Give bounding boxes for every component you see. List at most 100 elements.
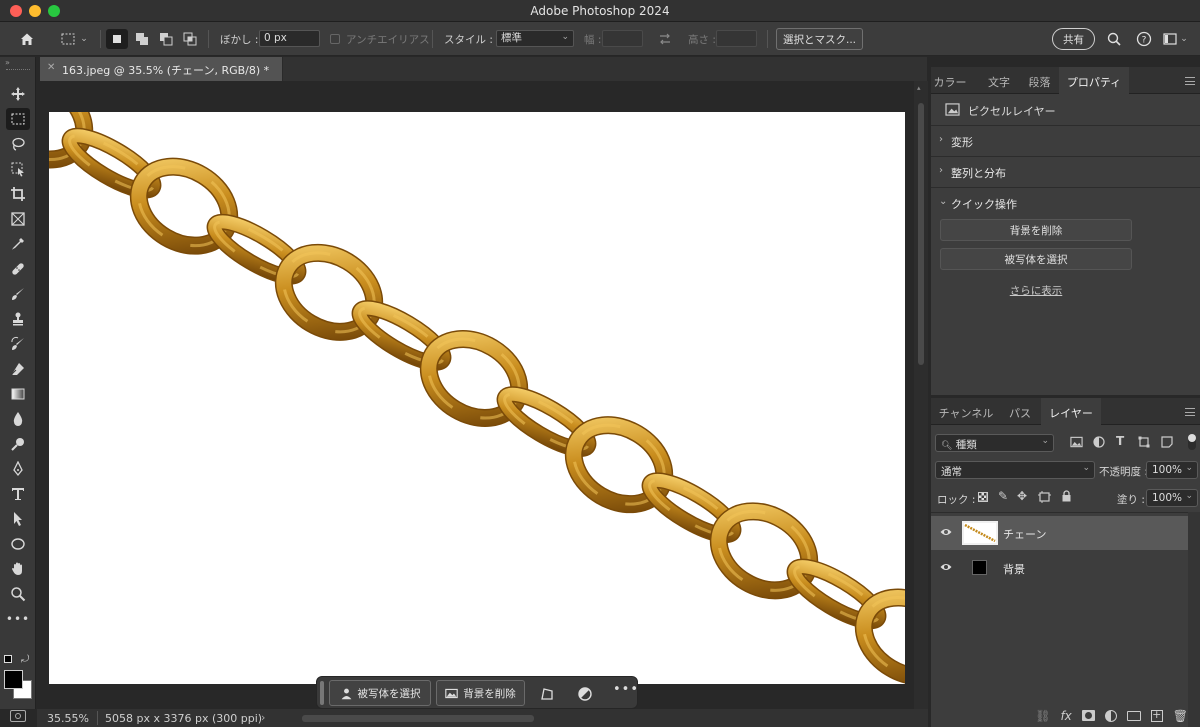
healing-brush-tool[interactable] bbox=[6, 258, 30, 280]
gradient-tool[interactable] bbox=[6, 383, 30, 405]
filter-shape-button[interactable] bbox=[1138, 436, 1150, 451]
layer-style-button[interactable]: fx bbox=[1060, 709, 1071, 723]
height-input[interactable] bbox=[716, 30, 757, 47]
panel-menu-icon[interactable] bbox=[1185, 408, 1195, 416]
lock-transparent-pixels-icon[interactable] bbox=[978, 492, 988, 502]
blend-mode-select[interactable]: 通常 ⌄ bbox=[935, 461, 1095, 479]
remove-background-button[interactable]: 背景を削除 bbox=[436, 680, 525, 706]
document-tab[interactable]: ✕ 163.jpeg @ 35.5% (チェーン, RGB/8) * bbox=[40, 57, 283, 81]
tab-layers[interactable]: レイヤー bbox=[1041, 398, 1101, 425]
brush-tool[interactable] bbox=[6, 283, 30, 305]
tab-character[interactable]: 文字 bbox=[984, 67, 1014, 94]
new-selection-button[interactable] bbox=[106, 29, 128, 49]
object-selection-tool[interactable] bbox=[6, 158, 30, 180]
select-subject-quick-button[interactable]: 被写体を選択 bbox=[940, 248, 1132, 270]
remove-background-quick-button[interactable]: 背景を削除 bbox=[940, 219, 1132, 241]
tab-properties[interactable]: プロパティ bbox=[1059, 67, 1129, 94]
lock-position-icon[interactable]: ✥ bbox=[1017, 489, 1027, 503]
link-layers-icon[interactable]: ⛓︎ bbox=[1035, 709, 1050, 723]
fill-input[interactable]: 100% ⌄ bbox=[1146, 489, 1198, 507]
filter-smart-object-button[interactable] bbox=[1161, 436, 1173, 451]
add-to-selection-button[interactable] bbox=[131, 29, 153, 49]
adjustment-layer-icon[interactable] bbox=[1104, 709, 1117, 722]
lock-artboard-button[interactable] bbox=[1038, 491, 1051, 506]
canvas-area[interactable] bbox=[37, 81, 914, 709]
rectangular-marquee-tool[interactable] bbox=[6, 108, 30, 130]
lock-all-button[interactable] bbox=[1061, 490, 1072, 505]
move-tool[interactable] bbox=[6, 83, 30, 105]
eyedropper-tool[interactable] bbox=[6, 233, 30, 255]
help-button[interactable]: ? bbox=[1134, 29, 1154, 49]
select-and-mask-button[interactable]: 選択とマスク... bbox=[776, 28, 863, 50]
adjustment-button[interactable] bbox=[577, 686, 593, 702]
edit-toolbar-button[interactable]: ••• bbox=[6, 608, 30, 630]
dodge-tool[interactable] bbox=[6, 433, 30, 455]
trash-icon[interactable]: 🗑︎ bbox=[1173, 709, 1188, 723]
filter-pixel-button[interactable] bbox=[1070, 436, 1083, 451]
subtract-from-selection-button[interactable] bbox=[155, 29, 177, 49]
history-brush-tool[interactable] bbox=[6, 333, 30, 355]
width-input[interactable] bbox=[602, 30, 643, 47]
intersect-selection-button[interactable] bbox=[179, 29, 201, 49]
taskbar-drag-handle[interactable] bbox=[320, 681, 324, 705]
share-button[interactable]: 共有 bbox=[1052, 28, 1095, 50]
marquee-tool-preset-picker[interactable]: ⌄ bbox=[54, 29, 94, 49]
section-quick-actions[interactable]: ⌄ クイック操作 bbox=[931, 188, 1200, 219]
pen-tool[interactable] bbox=[6, 458, 30, 480]
layer-filter-select[interactable]: 🔍︎ 種類 ⌄ bbox=[935, 434, 1054, 452]
group-folder-icon[interactable] bbox=[1126, 710, 1141, 721]
status-chevron-icon[interactable]: › bbox=[261, 711, 265, 724]
frame-tool[interactable] bbox=[6, 208, 30, 230]
tab-color[interactable]: カラー bbox=[931, 67, 969, 94]
close-tab-icon[interactable]: ✕ bbox=[47, 62, 55, 73]
collapse-toolbar-icon[interactable]: » bbox=[5, 58, 10, 67]
eye-icon[interactable] bbox=[940, 527, 952, 537]
tab-paragraph[interactable]: 段落 bbox=[1022, 67, 1057, 94]
clone-stamp-tool[interactable] bbox=[6, 308, 30, 330]
zoom-level[interactable]: 35.55% bbox=[47, 712, 89, 725]
tab-channels[interactable]: チャンネル bbox=[931, 398, 1001, 425]
hand-tool[interactable] bbox=[6, 558, 30, 580]
horizontal-scroll-thumb[interactable] bbox=[302, 715, 534, 722]
tab-paths[interactable]: パス bbox=[1005, 398, 1035, 425]
quick-mask-button[interactable] bbox=[10, 710, 26, 722]
filter-type-icon[interactable]: T bbox=[1116, 434, 1124, 448]
filter-toggle[interactable] bbox=[1188, 434, 1196, 450]
panel-menu-icon[interactable] bbox=[1185, 77, 1195, 85]
section-align-distribute[interactable]: › 整列と分布 bbox=[931, 157, 1200, 188]
eraser-tool[interactable] bbox=[6, 358, 30, 380]
more-options-icon[interactable]: ••• bbox=[613, 682, 639, 697]
document-canvas[interactable] bbox=[49, 112, 905, 684]
lasso-tool[interactable] bbox=[6, 133, 30, 155]
vertical-scroll-thumb[interactable] bbox=[918, 103, 924, 365]
layer-mask-icon[interactable] bbox=[1081, 710, 1095, 721]
filter-adjustment-button[interactable] bbox=[1093, 436, 1105, 451]
layers-scrollbar[interactable] bbox=[1188, 512, 1200, 727]
swap-colors-icon[interactable]: ⤾ bbox=[21, 654, 29, 665]
toolbar-grip[interactable] bbox=[6, 69, 30, 71]
eye-icon[interactable] bbox=[940, 562, 952, 572]
antialias-checkbox[interactable] bbox=[330, 34, 340, 44]
select-subject-button[interactable]: 被写体を選択 bbox=[329, 680, 431, 706]
new-layer-icon[interactable]: + bbox=[1150, 709, 1163, 722]
crop-tool[interactable] bbox=[6, 183, 30, 205]
blur-tool[interactable] bbox=[6, 408, 30, 430]
show-more-link[interactable]: さらに表示 bbox=[940, 283, 1132, 298]
layer-row-background[interactable]: 背景 bbox=[931, 551, 1188, 585]
layer-row-chain[interactable]: チェーン bbox=[931, 516, 1188, 550]
vertical-scrollbar[interactable]: ▴ bbox=[914, 81, 928, 709]
home-button[interactable] bbox=[14, 29, 40, 49]
section-transform[interactable]: › 変形 bbox=[931, 126, 1200, 157]
lock-image-pixels-icon[interactable]: ✎ bbox=[998, 489, 1008, 503]
style-select[interactable]: 標準 ⌄ bbox=[496, 30, 574, 47]
workspace-switcher[interactable]: ⌄ bbox=[1160, 29, 1190, 49]
swap-width-height-button[interactable] bbox=[655, 29, 675, 49]
path-selection-tool[interactable] bbox=[6, 508, 30, 530]
zoom-tool[interactable] bbox=[6, 583, 30, 605]
ellipse-tool[interactable] bbox=[6, 533, 30, 555]
opacity-input[interactable]: 100% ⌄ bbox=[1146, 461, 1198, 479]
foreground-color-swatch[interactable] bbox=[4, 670, 23, 689]
type-tool[interactable] bbox=[6, 483, 30, 505]
search-button[interactable] bbox=[1104, 29, 1124, 49]
default-colors-icon[interactable] bbox=[4, 655, 12, 663]
